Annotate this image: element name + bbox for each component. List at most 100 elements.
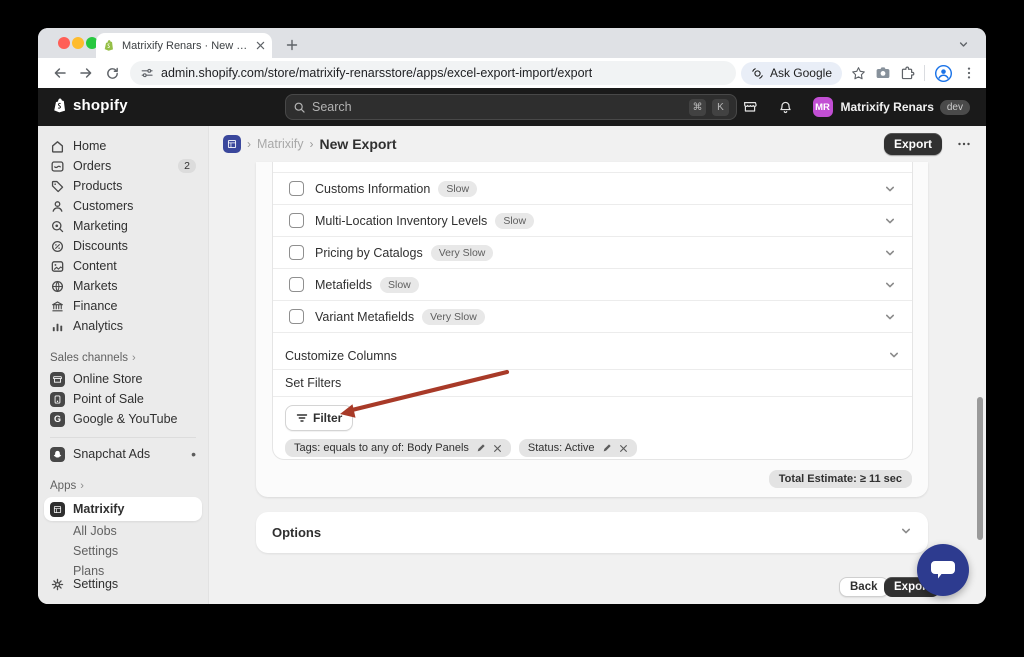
ask-google-button[interactable]: Ask Google [741, 62, 842, 85]
row-customs-information[interactable]: Customs Information Slow [273, 173, 912, 205]
chevron-down-icon[interactable] [900, 525, 912, 540]
sidebar-item-app-settings[interactable]: Settings [44, 541, 202, 561]
remove-tag-icon[interactable] [493, 444, 502, 453]
row-multi-location-inventory[interactable]: Multi-Location Inventory Levels Slow [273, 205, 912, 237]
breadcrumb-separator: › [310, 137, 314, 151]
checkbox[interactable] [289, 309, 304, 324]
checkbox[interactable] [289, 277, 304, 292]
forward-icon[interactable] [74, 61, 98, 85]
sidebar-item-marketing[interactable]: Marketing [44, 216, 202, 236]
sidebar-item-discounts[interactable]: Discounts [44, 236, 202, 256]
matrixify-app-icon [50, 502, 65, 517]
browser-tab[interactable]: Matrixify Renars · New Export [96, 33, 272, 58]
checkbox[interactable] [289, 181, 304, 196]
sidebar-item-settings[interactable]: Settings [44, 574, 202, 594]
sidebar-item-all-jobs[interactable]: All Jobs [44, 521, 202, 541]
chevron-down-icon[interactable] [888, 349, 900, 364]
matrixify-breadcrumb-icon[interactable] [223, 135, 241, 153]
tab-strip: Matrixify Renars · New Export [38, 28, 986, 58]
edit-pencil-icon[interactable] [602, 443, 612, 453]
back-button[interactable]: Back [839, 577, 889, 597]
sidebar-item-snapchat-ads[interactable]: Snapchat Ads • [44, 444, 202, 464]
user-name[interactable]: Matrixify Renars [841, 100, 934, 114]
store-icon[interactable] [742, 99, 758, 115]
customers-icon [50, 199, 65, 214]
filter-button[interactable]: Filter [285, 405, 353, 431]
breadcrumb-app-link[interactable]: Matrixify [257, 137, 304, 151]
row-metafields[interactable]: Metafields Slow [273, 269, 912, 301]
window-close-button[interactable] [58, 37, 70, 49]
filter-icon [296, 412, 308, 424]
row-pricing-by-catalogs[interactable]: Pricing by Catalogs Very Slow [273, 237, 912, 269]
search-icon [293, 101, 306, 114]
markets-icon [50, 279, 65, 294]
site-settings-icon[interactable] [140, 66, 154, 80]
sidebar-item-markets[interactable]: Markets [44, 276, 202, 296]
cmd-key: ⌘ [689, 99, 706, 116]
export-button-header[interactable]: Export [884, 133, 942, 155]
window-minimize-button[interactable] [72, 37, 84, 49]
discounts-icon [50, 239, 65, 254]
sidebar-item-online-store[interactable]: Online Store [44, 369, 202, 389]
page-title: New Export [320, 136, 397, 152]
scrollbar-thumb[interactable] [977, 397, 983, 540]
chat-widget-button[interactable] [917, 544, 969, 596]
notifications-bell-icon[interactable] [778, 100, 793, 115]
chevron-down-icon[interactable] [884, 183, 896, 195]
chevron-down-icon[interactable] [884, 279, 896, 291]
shopify-logo[interactable]: shopify [52, 97, 128, 114]
chevron-down-icon[interactable] [884, 247, 896, 259]
browser-menu-icon[interactable] [962, 66, 976, 80]
admin-search-input[interactable]: Search ⌘ K [285, 94, 737, 120]
bookmark-star-icon[interactable] [851, 66, 866, 81]
sidebar-item-content[interactable]: Content [44, 256, 202, 276]
speed-badge: Very Slow [431, 245, 494, 261]
user-avatar[interactable]: MR [813, 97, 833, 117]
checkbox[interactable] [289, 213, 304, 228]
row-variant-metafields[interactable]: Variant Metafields Very Slow [273, 301, 912, 333]
chevron-down-icon[interactable] [884, 215, 896, 227]
profile-icon[interactable] [934, 64, 953, 83]
filter-tags-row: Tags: equals to any of: Body Panels Stat… [273, 436, 912, 460]
sidebar-item-orders[interactable]: Orders 2 [44, 156, 202, 176]
customize-columns-section[interactable]: Customize Columns [273, 343, 912, 370]
env-badge: dev [940, 100, 970, 115]
sidebar-item-analytics[interactable]: Analytics [44, 316, 202, 336]
sidebar-item-point-of-sale[interactable]: Point of Sale [44, 389, 202, 409]
address-bar[interactable]: admin.shopify.com/store/matrixify-renars… [130, 61, 736, 85]
extensions-icon[interactable] [900, 66, 915, 81]
snapchat-icon [50, 447, 65, 462]
sidebar-item-finance[interactable]: Finance [44, 296, 202, 316]
chevron-down-icon[interactable] [884, 311, 896, 323]
chevron-right-icon: › [80, 480, 84, 492]
sidebar-item-matrixify[interactable]: Matrixify [44, 497, 202, 521]
tab-close-icon[interactable] [256, 41, 265, 50]
content-icon [50, 259, 65, 274]
sidebar-item-home[interactable]: Home [44, 136, 202, 156]
sidebar-item-customers[interactable]: Customers [44, 196, 202, 216]
products-icon [50, 179, 65, 194]
back-icon[interactable] [48, 61, 72, 85]
sidebar-item-products[interactable]: Products [44, 176, 202, 196]
apps-header[interactable]: Apps › [50, 477, 196, 495]
main-content: › Matrixify › New Export Export Total Es… [209, 126, 986, 604]
set-filters-section: Set Filters [273, 370, 912, 397]
edit-pencil-icon[interactable] [476, 443, 486, 453]
filter-tag-status: Status: Active [519, 439, 637, 457]
online-store-icon [50, 372, 65, 387]
sales-channels-header[interactable]: Sales channels › [50, 349, 196, 367]
browser-window: Matrixify Renars · New Export admin.shop… [38, 28, 986, 604]
sidebar-item-google-youtube[interactable]: G Google & YouTube [44, 409, 202, 429]
topbar-right: MR Matrixify Renars dev [742, 88, 971, 126]
reload-icon[interactable] [100, 61, 124, 85]
sidebar: Home Orders 2 Products Customers Marketi… [38, 126, 209, 604]
more-actions-icon[interactable] [956, 136, 972, 152]
tab-title: Matrixify Renars · New Export [122, 40, 250, 52]
checkbox[interactable] [289, 245, 304, 260]
remove-tag-icon[interactable] [619, 444, 628, 453]
speed-badge: Slow [438, 181, 477, 197]
screenshot-camera-icon[interactable] [875, 65, 891, 81]
tab-search-button[interactable] [954, 35, 972, 53]
options-card[interactable]: Options [256, 512, 928, 553]
new-tab-button[interactable] [282, 35, 302, 55]
